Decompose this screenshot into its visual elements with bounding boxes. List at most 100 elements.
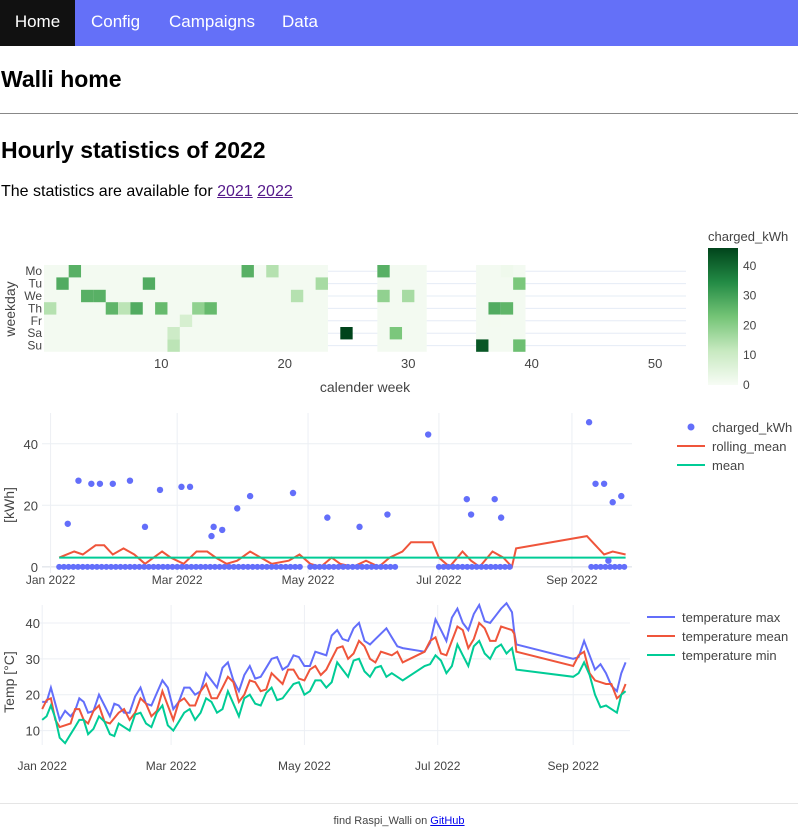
charged-point	[141, 523, 149, 531]
charged-point	[109, 480, 117, 487]
divider	[0, 113, 798, 114]
colorbar-tick: 0	[743, 378, 750, 392]
heatmap-cell	[167, 339, 180, 352]
charged-point	[289, 489, 297, 497]
charged-x-tick: May 2022	[282, 573, 335, 587]
heatmap-y-axis-label: weekday	[2, 281, 18, 337]
charged-point	[64, 520, 71, 527]
heatmap-cell	[241, 265, 254, 278]
legend-label[interactable]: rolling_mean	[712, 439, 786, 454]
temp-y-tick: 40	[26, 616, 40, 631]
charged-x-tick: Jan 2022	[26, 573, 76, 587]
charged-point	[585, 419, 593, 426]
charged-point	[463, 495, 470, 503]
charged-point	[618, 492, 625, 500]
heatmap-cell	[204, 302, 217, 315]
charged-point	[178, 483, 185, 491]
charged-kwh-chart: 02040 Jan 2022 Mar 2022 May 2022 Jul 2022 Se…	[1, 413, 792, 587]
colorbar-tick: 20	[743, 318, 757, 332]
legend-label[interactable]: charged_kWh	[712, 420, 792, 435]
heatmap-x-tick: 10	[154, 356, 168, 371]
heatmap-weekday-label: Su	[27, 339, 42, 353]
heatmap-cell	[56, 277, 69, 290]
nav-data[interactable]: Data	[282, 0, 318, 46]
page-title: Walli home	[1, 66, 122, 92]
legend-marker-charged_kWh	[687, 423, 695, 431]
heatmap-cell	[192, 302, 205, 315]
stats-heading: Hourly statistics of 2022	[1, 137, 266, 163]
colorbar	[708, 248, 738, 385]
heatmap-x-tick: 50	[648, 356, 662, 371]
heatmap-coverage-band	[44, 265, 328, 352]
heatmap-cell	[167, 327, 180, 340]
charged-point	[75, 477, 82, 484]
charged-point	[96, 480, 104, 487]
temp-x-tick: Jan 2022	[17, 759, 67, 773]
year-link-2022[interactable]: 2022	[257, 183, 293, 200]
charged-point	[156, 486, 164, 494]
charged-point	[126, 477, 134, 484]
heatmap-cell	[118, 302, 131, 315]
nav-home[interactable]: Home	[0, 0, 75, 46]
github-link[interactable]: GitHub	[430, 815, 464, 827]
charged-point	[392, 563, 399, 570]
heatmap-cell	[488, 302, 501, 315]
heatmap-chart: MoTuWeThFrSaSu 10 20 30 40 50 calender week …	[2, 229, 788, 395]
year-link-2021[interactable]: 2021	[217, 183, 253, 200]
charged-point	[219, 526, 226, 534]
legend-label[interactable]: mean	[712, 458, 745, 473]
footer-divider	[0, 803, 798, 804]
temp-y-axis-label: Temp [°C]	[1, 651, 17, 713]
heatmap-cell	[105, 302, 119, 315]
temp-x-tick: Jul 2022	[415, 759, 461, 773]
availability-prefix: The statistics are available for	[1, 183, 213, 200]
colorbar-title: charged_kWh	[708, 229, 788, 244]
temp-x-tick: Sep 2022	[547, 759, 599, 773]
heatmap-cell	[476, 339, 489, 352]
charged-y-tick: 40	[24, 437, 38, 452]
heatmap-cell	[513, 339, 526, 352]
charged-point	[234, 505, 241, 512]
charged-point	[424, 431, 432, 438]
charged-point	[296, 563, 303, 570]
colorbar-tick: 10	[743, 348, 757, 362]
heatmap-x-tick: 40	[524, 356, 538, 371]
charged-x-tick: Mar 2022	[152, 573, 203, 587]
heatmap-cell	[93, 289, 106, 303]
charged-point	[384, 511, 391, 518]
footer: find Raspi_Walli on GitHub	[0, 815, 798, 827]
temp-series-line	[42, 601, 627, 723]
top-nav: Home Config Campaigns Data	[0, 0, 798, 46]
heatmap-x-tick: 20	[278, 356, 292, 371]
charged-point	[605, 557, 612, 564]
heatmap-cell	[500, 302, 514, 315]
heatmap-cell	[340, 327, 353, 340]
heatmap-cell	[81, 289, 94, 303]
charged-point	[324, 514, 331, 521]
heatmap-cell	[500, 265, 514, 278]
charged-point	[600, 480, 608, 487]
nav-campaigns[interactable]: Campaigns	[169, 0, 255, 46]
legend-label[interactable]: temperature min	[682, 648, 777, 663]
footer-prefix: find Raspi_Walli on	[333, 815, 428, 827]
charged-y-axis-label: [kWh]	[1, 487, 17, 523]
charged-point	[356, 523, 363, 531]
heatmap-cell	[142, 277, 156, 290]
heatmap-cell	[290, 289, 304, 303]
charged-point	[210, 523, 217, 531]
heatmap-cell	[266, 265, 279, 278]
heatmap-cell	[179, 314, 193, 327]
charged-series-line-rolling_mean	[58, 535, 626, 569]
nav-config[interactable]: Config	[91, 0, 140, 46]
heatmap-cell	[389, 327, 403, 340]
legend-label[interactable]: temperature max	[682, 610, 781, 625]
temperature-chart: 10 20 30 40 Jan 2022 Mar 2022 May 2022 Jul 202…	[1, 601, 788, 773]
charged-point	[186, 483, 194, 491]
charged-point	[621, 563, 628, 570]
heatmap-cell	[44, 302, 57, 315]
heatmap-cell	[402, 289, 415, 303]
legend-label[interactable]: temperature mean	[682, 629, 788, 644]
temp-y-tick: 20	[26, 688, 40, 703]
charged-x-tick: Jul 2022	[416, 573, 462, 587]
heatmap-cell	[68, 265, 82, 278]
